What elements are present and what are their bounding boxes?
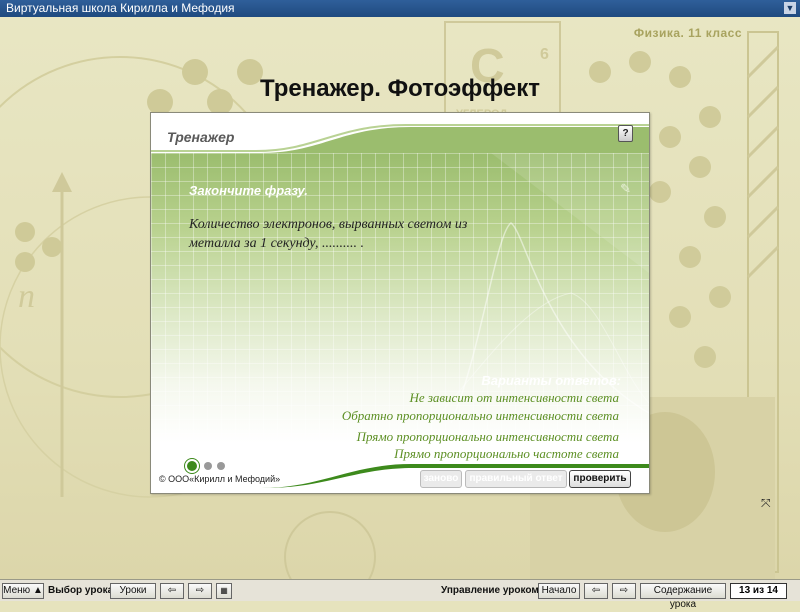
bottom-toolbar: Меню ▲ Выбор урока: Уроки ⇦ ⇨ ▦ Управлен… — [0, 579, 800, 610]
svg-text:6: 6 — [540, 46, 549, 63]
start-button[interactable]: Начало — [538, 583, 580, 599]
menu-button[interactable]: Меню ▲ — [2, 583, 44, 599]
trainer-panel: Тренажер ? Закончите фразу. ✎ Количество… — [150, 112, 650, 494]
answer-option[interactable]: Прямо пропорционально интенсивности свет… — [357, 429, 619, 445]
lesson-contents-button[interactable]: Содержание урока — [640, 583, 726, 610]
prev-lesson-button[interactable]: ⇦ — [160, 583, 184, 599]
grade-label: Физика. 11 класс — [633, 26, 742, 40]
check-button[interactable]: проверить — [569, 470, 631, 488]
show-answer-button[interactable]: правильный ответ — [465, 470, 567, 488]
help-button[interactable]: ? — [618, 125, 633, 142]
answer-option[interactable]: Не зависит от интенсивности света — [409, 390, 619, 406]
next-lesson-button[interactable]: ⇨ — [188, 583, 212, 599]
pencil-icon: ✎ — [620, 181, 631, 196]
page-title: Тренажер. Фотоэффект — [259, 75, 541, 102]
lesson-select-label: Выбор урока: — [48, 585, 117, 596]
fullscreen-icon[interactable]: ⤧ — [761, 496, 771, 511]
grid-icon[interactable]: ▦ — [216, 583, 232, 599]
answer-option[interactable]: Обратно пропорционально интенсивности св… — [342, 408, 619, 424]
reset-button[interactable]: заново — [420, 470, 462, 488]
lessons-button[interactable]: Уроки — [110, 583, 156, 599]
options-heading: Варианты ответов: — [481, 373, 621, 388]
prev-slide-button[interactable]: ⇦ — [584, 583, 608, 599]
question-text: Количество электронов, вырванных светом … — [189, 217, 468, 251]
page-dot-active[interactable] — [185, 458, 199, 473]
panel-header: Тренажер ? — [151, 113, 649, 153]
copyright: © ООО«Кирилл и Мефодий» — [159, 474, 281, 484]
slide-counter: 13 из 14 — [730, 583, 787, 599]
task-heading: Закончите фразу. — [189, 183, 308, 198]
panel-label: Тренажер — [167, 129, 235, 145]
window-titlebar: Виртуальная школа Кирилла и Мефодия ▼ — [0, 0, 800, 17]
chevron-down-icon[interactable]: ▼ — [784, 2, 796, 14]
lesson-control-label: Управление уроком: — [441, 585, 543, 596]
page-dot[interactable] — [217, 461, 225, 470]
panel-body: Закончите фразу. ✎ Количество электронов… — [151, 153, 649, 445]
page-dot[interactable] — [204, 461, 212, 470]
svg-text:n: n — [18, 278, 35, 315]
page-indicator — [185, 457, 230, 475]
window-title: Виртуальная школа Кирилла и Мефодия — [6, 1, 235, 15]
next-slide-button[interactable]: ⇨ — [612, 583, 636, 599]
